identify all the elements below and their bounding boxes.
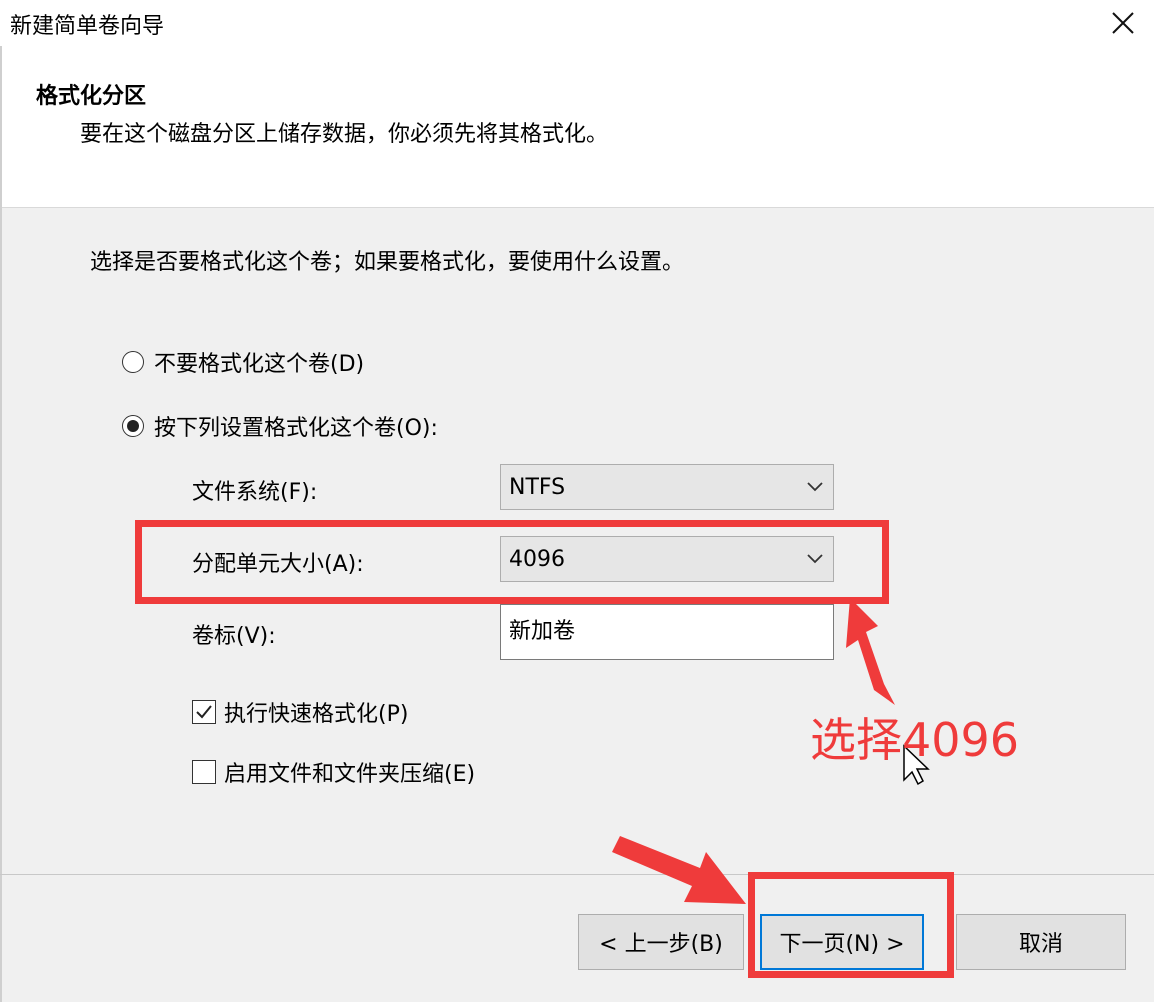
compression-label: 启用文件和文件夹压缩(E) <box>224 762 476 787</box>
window-left-edge <box>0 46 2 1002</box>
title-bar: 新建简单卷向导 <box>0 0 1154 46</box>
cancel-button[interactable]: 取消 <box>956 914 1126 970</box>
annotation-select-4096: 选择4096 <box>810 713 1020 767</box>
chevron-down-icon <box>797 553 833 565</box>
allocation-unit-label: 分配单元大小(A): <box>192 552 364 577</box>
chevron-down-icon <box>797 481 833 493</box>
header-description: 要在这个磁盘分区上储存数据，你必须先将其格式化。 <box>80 122 609 147</box>
quick-format-label: 执行快速格式化(P) <box>224 702 409 727</box>
close-button[interactable] <box>1098 0 1148 46</box>
window-title: 新建简单卷向导 <box>10 14 165 39</box>
compression-checkbox[interactable] <box>192 760 216 784</box>
allocation-unit-dropdown[interactable]: 4096 <box>500 536 834 582</box>
arrow-to-next-button-icon <box>612 836 746 904</box>
radio-format-with-settings[interactable]: 按下列设置格式化这个卷(O): <box>122 410 438 442</box>
footer-separator <box>0 874 1154 875</box>
back-button[interactable]: < 上一步(B) <box>578 914 744 970</box>
compression-checkbox-row[interactable]: 启用文件和文件夹压缩(E) <box>192 756 475 788</box>
quick-format-checkbox-row[interactable]: 执行快速格式化(P) <box>192 696 408 728</box>
radio-button-selected[interactable] <box>122 415 144 437</box>
filesystem-label: 文件系统(F): <box>192 480 318 505</box>
volume-label-value: 新加卷 <box>509 619 576 644</box>
volume-label-label: 卷标(V): <box>192 624 276 649</box>
filesystem-dropdown[interactable]: NTFS <box>500 464 834 510</box>
checkmark-icon <box>196 705 212 719</box>
radio-button-unselected[interactable] <box>122 351 144 373</box>
next-button[interactable]: 下一页(N) > <box>760 914 924 970</box>
radio-no-format[interactable]: 不要格式化这个卷(D) <box>122 346 364 378</box>
header-title: 格式化分区 <box>36 84 147 109</box>
close-icon <box>1112 12 1134 34</box>
filesystem-value: NTFS <box>509 474 566 500</box>
arrow-to-allocation-icon <box>846 598 895 705</box>
volume-label-input[interactable]: 新加卷 <box>500 604 834 660</box>
radio-selected-dot <box>127 420 139 432</box>
radio-format-label: 按下列设置格式化这个卷(O): <box>154 416 438 441</box>
quick-format-checkbox[interactable] <box>192 700 216 724</box>
allocation-unit-value: 4096 <box>509 546 565 572</box>
wizard-header: 格式化分区 要在这个磁盘分区上储存数据，你必须先将其格式化。 <box>0 46 1154 208</box>
instruction-text: 选择是否要格式化这个卷；如果要格式化，要使用什么设置。 <box>90 250 685 275</box>
radio-no-format-label: 不要格式化这个卷(D) <box>154 352 365 377</box>
